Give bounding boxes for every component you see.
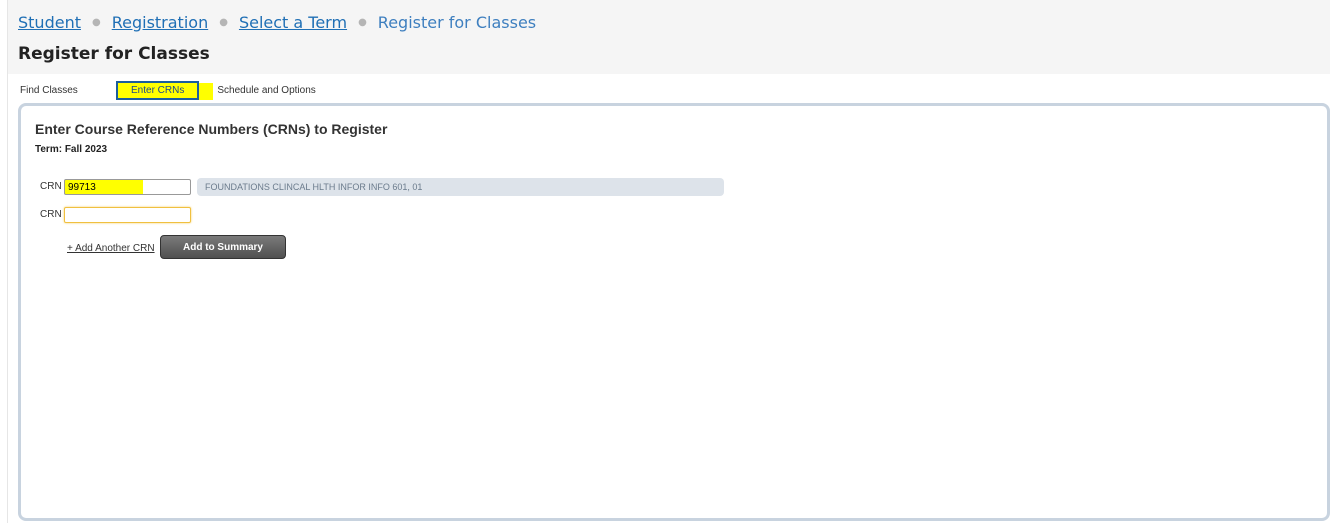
tab-bar: Find Classes Enter CRNs Schedule and Opt… [18, 81, 322, 100]
page-left-edge [7, 0, 8, 523]
breadcrumb-separator: ● [358, 16, 367, 28]
term-label: Term: Fall 2023 [35, 144, 108, 155]
tab-highlight-mark [199, 83, 214, 100]
add-another-crn-link[interactable]: + Add Another CRN [67, 243, 155, 254]
breadcrumb-student[interactable]: Student [18, 13, 81, 32]
breadcrumb-current: Register for Classes [377, 12, 537, 32]
crn-label: CRN [40, 181, 62, 192]
breadcrumb-separator: ● [219, 16, 228, 28]
breadcrumb-separator: ● [91, 16, 101, 28]
add-to-summary-button[interactable]: Add to Summary [160, 235, 286, 259]
crn-input-1[interactable] [64, 179, 191, 195]
enter-crns-panel: Enter Course Reference Numbers (CRNs) to… [18, 103, 1330, 521]
crn-input-2[interactable] [64, 207, 191, 223]
page-title: Register for Classes [18, 44, 210, 64]
tab-enter-crns[interactable]: Enter CRNs [116, 81, 200, 100]
breadcrumb-select-term[interactable]: Select a Term [239, 13, 347, 32]
tab-schedule-options[interactable]: Schedule and Options [213, 81, 321, 100]
crn-label: CRN [40, 209, 62, 220]
tab-find-classes[interactable]: Find Classes [18, 81, 104, 100]
breadcrumb-registration[interactable]: Registration [112, 13, 208, 32]
panel-heading: Enter Course Reference Numbers (CRNs) to… [35, 121, 388, 137]
course-info-badge: FOUNDATIONS CLINCAL HLTH INFOR INFO 601,… [197, 178, 724, 196]
breadcrumb: Student ● Registration ● Select a Term ●… [18, 10, 536, 34]
